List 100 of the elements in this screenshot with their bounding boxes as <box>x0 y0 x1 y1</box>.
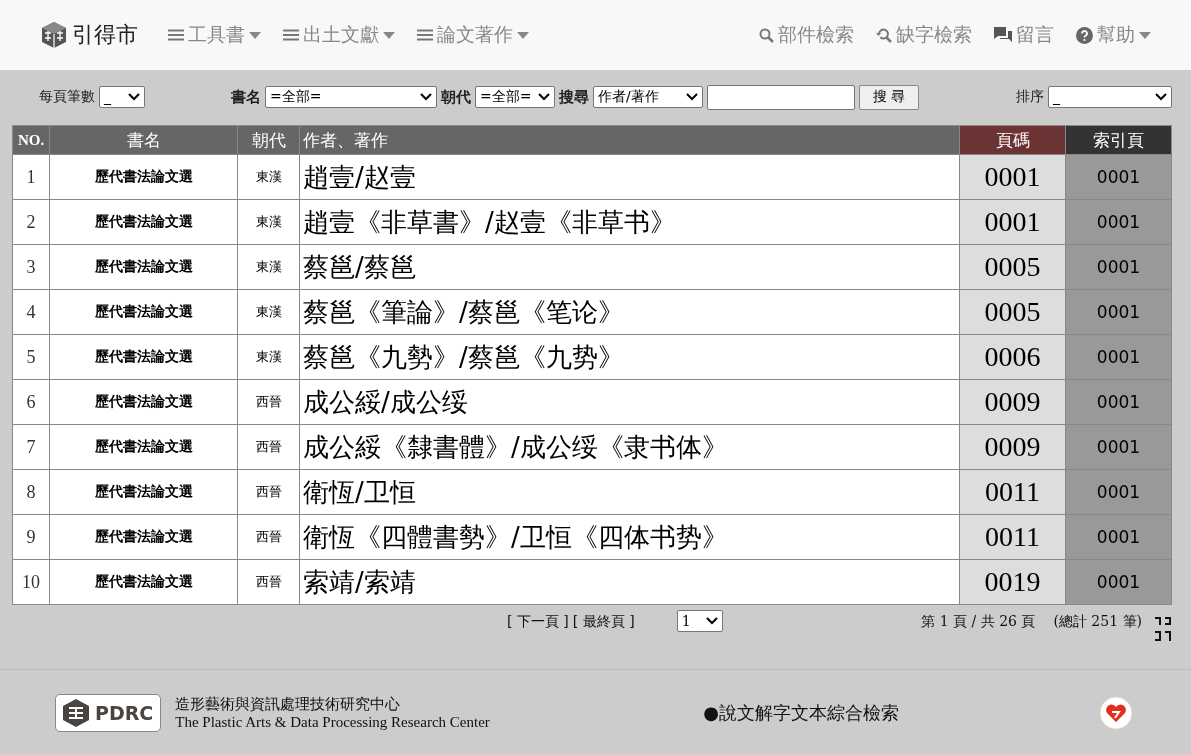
table-cell[interactable]: 0001 <box>1065 154 1172 200</box>
menu-icon <box>283 29 299 41</box>
chevron-down-icon <box>128 93 140 101</box>
book-select[interactable]: =全部= <box>265 86 437 108</box>
table-cell[interactable]: 0001 <box>1065 469 1172 515</box>
table-cell: 衛恆《四體書勢》/卫恒《四体书势》 <box>299 514 960 560</box>
table-cell: 4 <box>12 289 50 335</box>
table-cell: 成公綏《隸書體》/成公绥《隶书体》 <box>299 424 960 470</box>
chevron-down-icon <box>420 93 432 101</box>
per-page-select[interactable]: _ <box>99 86 145 108</box>
table-cell: 東漢 <box>237 244 300 290</box>
table-cell: 1 <box>12 154 50 200</box>
nav-link[interactable]: 幫助 <box>1076 22 1151 48</box>
table-cell: 蔡邕《筆論》/蔡邕《笔论》 <box>299 289 960 335</box>
table-cell: 歷代書法論文選 <box>49 514 238 560</box>
table-cell[interactable]: 0001 <box>1065 424 1172 470</box>
total-count: (總計 251 筆) <box>1053 612 1142 631</box>
table-cell[interactable]: 0001 <box>959 199 1066 245</box>
page-summary: 第 1 頁 / 共 26 頁 <box>921 612 1036 631</box>
table-cell: 7 <box>12 424 50 470</box>
table-cell: 成公綏/成公绥 <box>299 379 960 425</box>
search-input[interactable] <box>707 84 855 110</box>
search-label: 搜尋 <box>559 87 589 107</box>
table-cell: 歷代書法論文選 <box>49 424 238 470</box>
pagination-link[interactable]: [ 下一頁 ] <box>507 613 569 631</box>
table-cell: 5 <box>12 334 50 380</box>
cube-logo-icon <box>40 21 68 49</box>
dynasty-select[interactable]: =全部= <box>475 86 555 108</box>
table-cell: 趙壹《非草書》/赵壹《非草书》 <box>299 199 960 245</box>
chevron-down-icon <box>686 93 698 101</box>
table-cell[interactable]: 0009 <box>959 424 1066 470</box>
org-name-english: The Plastic Arts & Data Processing Research Center <box>175 713 491 731</box>
org-name-chinese: 造形藝術與資訊處理技術研究中心 <box>175 694 402 714</box>
table-cell[interactable]: 0006 <box>959 334 1066 380</box>
chevron-down-icon <box>705 617 718 625</box>
hexagon-logo-icon <box>63 698 89 727</box>
table-cell: 歷代書法論文選 <box>49 559 238 605</box>
table-cell: 東漢 <box>237 289 300 335</box>
table-cell: 西晉 <box>237 469 300 515</box>
column-header: 朝代 <box>237 125 300 155</box>
table-cell: 3 <box>12 244 50 290</box>
book-label: 書名 <box>231 87 261 107</box>
menu-icon <box>168 29 184 41</box>
caret-icon <box>517 31 529 39</box>
column-header: 頁碼 <box>959 125 1066 155</box>
comments-icon <box>994 27 1012 43</box>
table-cell[interactable]: 0009 <box>959 379 1066 425</box>
sort-select[interactable]: _ <box>1048 86 1172 108</box>
table-cell: 東漢 <box>237 154 300 200</box>
table-cell: 西晉 <box>237 514 300 560</box>
table-cell: 歷代書法論文選 <box>49 469 238 515</box>
table-cell: 東漢 <box>237 199 300 245</box>
table-cell: 2 <box>12 199 50 245</box>
table-cell: 西晉 <box>237 424 300 470</box>
help-icon <box>1076 26 1093 44</box>
table-cell: 蔡邕/蔡邕 <box>299 244 960 290</box>
page-select[interactable]: 1 <box>676 610 723 632</box>
table-cell: 東漢 <box>237 334 300 380</box>
table-cell[interactable]: 0001 <box>1065 379 1172 425</box>
table-cell: 8 <box>12 469 50 515</box>
table-cell: 歷代書法論文選 <box>49 334 238 380</box>
caret-icon <box>249 31 261 39</box>
column-header: NO. <box>12 125 50 155</box>
table-cell: 索靖/索靖 <box>299 559 960 605</box>
table-cell[interactable]: 0001 <box>1065 514 1172 560</box>
search-button[interactable]: 搜 尋 <box>859 84 919 110</box>
table-cell: 歷代書法論文選 <box>49 154 238 200</box>
table-cell[interactable]: 0001 <box>1065 199 1172 245</box>
table-cell[interactable]: 0001 <box>1065 334 1172 380</box>
footer-link[interactable]: ●說文解字文本綜合檢索 <box>703 700 899 725</box>
table-cell[interactable]: 0011 <box>959 514 1066 560</box>
search-field-select[interactable]: 作者/著作 <box>593 86 703 108</box>
pdrc-logo[interactable]: PDRC <box>55 693 162 732</box>
table-cell[interactable]: 0011 <box>959 469 1066 515</box>
column-header: 作者、著作 <box>299 125 960 155</box>
table-cell[interactable]: 0001 <box>1065 244 1172 290</box>
search-icon <box>759 27 774 43</box>
pagination-link[interactable]: [ 最終頁 ] <box>572 613 635 631</box>
column-header: 索引頁 <box>1065 125 1172 155</box>
search-refresh-icon <box>876 27 892 43</box>
grid-icon[interactable] <box>1154 616 1172 642</box>
per-page-label: 每頁筆數 <box>39 88 95 106</box>
sort-label: 排序 <box>1016 88 1044 106</box>
table-cell[interactable]: 0001 <box>1065 559 1172 605</box>
table-cell[interactable]: 0001 <box>959 154 1066 200</box>
table-cell: 歷代書法論文選 <box>49 289 238 335</box>
table-cell: 西晉 <box>237 559 300 605</box>
table-cell[interactable]: 0001 <box>1065 289 1172 335</box>
brand-link[interactable]: 引得市 <box>40 20 138 50</box>
table-cell: 歷代書法論文選 <box>49 199 238 245</box>
table-cell: 趙壹/赵壹 <box>299 154 960 200</box>
table-cell[interactable]: 0005 <box>959 244 1066 290</box>
chevron-down-icon <box>538 93 550 101</box>
table-cell[interactable]: 0019 <box>959 559 1066 605</box>
heart-badge-icon[interactable] <box>1099 695 1133 730</box>
table-cell: 西晉 <box>237 379 300 425</box>
chevron-down-icon <box>1155 93 1167 101</box>
table-cell[interactable]: 0005 <box>959 289 1066 335</box>
dynasty-label: 朝代 <box>441 87 471 107</box>
column-header: 書名 <box>49 125 238 155</box>
